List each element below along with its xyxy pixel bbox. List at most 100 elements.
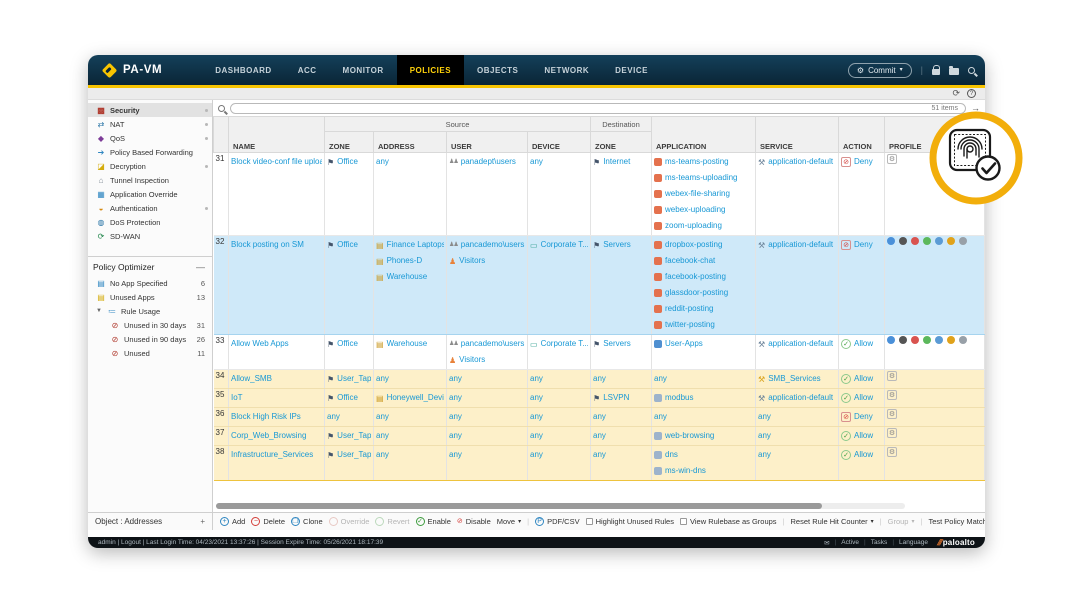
rule-name-link[interactable]: IoT [231, 390, 243, 406]
zone-value[interactable]: Office [337, 336, 358, 352]
col-application-header[interactable]: APPLICATION [652, 117, 756, 153]
vulnerability-profile-icon[interactable] [911, 237, 919, 245]
app-value[interactable]: facebook-posting [665, 269, 726, 285]
action-value[interactable]: Allow [854, 336, 873, 352]
anti-spyware-profile-icon[interactable] [899, 237, 907, 245]
app-value[interactable]: dropbox-posting [665, 237, 722, 253]
file-blocking-profile-icon[interactable] [935, 336, 943, 344]
table-row[interactable]: 34Allow_SMB⚑User_Tapanyanyanyanyany⚒SMB_… [214, 370, 985, 389]
zone-value[interactable]: User_Tap [337, 371, 371, 387]
address-value[interactable]: Finance Laptops [387, 237, 444, 253]
status-item-active[interactable]: Active [841, 539, 859, 546]
device-value[interactable]: Corporate T... [541, 237, 588, 253]
tab-dashboard[interactable]: DASHBOARD [202, 55, 285, 85]
profile-icon[interactable]: ⚙ [887, 409, 897, 419]
user-value[interactable]: pancademo\users [461, 336, 525, 352]
antivirus-profile-icon[interactable] [887, 237, 895, 245]
action-value[interactable]: Allow [854, 428, 873, 444]
zone-value[interactable]: Office [337, 237, 358, 253]
action-value[interactable]: Allow [854, 371, 873, 387]
config-folder-icon[interactable] [949, 68, 959, 75]
address-value[interactable]: any [376, 371, 389, 387]
search-icon[interactable] [968, 67, 975, 74]
app-value[interactable]: twitter-posting [665, 317, 715, 333]
address-value[interactable]: Phones-D [387, 253, 423, 269]
app-value[interactable]: any [654, 409, 667, 425]
app-value[interactable]: zoom-uploading [665, 218, 722, 234]
zone-value[interactable]: any [327, 409, 340, 425]
chevron-down-icon[interactable]: ▼ [96, 308, 102, 314]
rule-name-link[interactable]: Allow_SMB [231, 371, 272, 387]
dzone-value[interactable]: any [593, 428, 606, 444]
app-value[interactable]: ms-win-dns [665, 463, 706, 479]
rule-name-link[interactable]: Infrastructure_Services [231, 447, 313, 463]
service-value[interactable]: application-default [768, 390, 833, 406]
user-value[interactable]: Visitors [459, 352, 485, 368]
file-blocking-profile-icon[interactable] [935, 237, 943, 245]
user-value[interactable]: any [449, 447, 462, 463]
table-row[interactable]: 38Infrastructure_Services⚑User_Tapanyany… [214, 446, 985, 481]
dzone-value[interactable]: Internet [603, 154, 630, 170]
col-address-header[interactable]: ADDRESS [374, 132, 447, 153]
table-row[interactable]: 32Block posting on SM⚑Office▤Finance Lap… [214, 236, 985, 335]
table-row[interactable]: 31Block video-conf file uploading⚑Office… [214, 153, 985, 236]
sidebar-item-nat[interactable]: ⇄NAT [88, 117, 212, 131]
zone-value[interactable]: User_Tap [337, 447, 371, 463]
sidebar-item-security[interactable]: ▩Security [88, 103, 212, 117]
sidebar-item-policy-based-forwarding[interactable]: ➔Policy Based Forwarding [88, 145, 212, 159]
app-value[interactable]: dns [665, 447, 678, 463]
table-row[interactable]: 37Corp_Web_Browsing⚑User_Tapanyanyanyany… [214, 427, 985, 446]
app-value[interactable]: glassdoor-posting [665, 285, 728, 301]
user-value[interactable]: any [449, 371, 462, 387]
rule-number[interactable]: 31 [214, 153, 229, 236]
table-row[interactable]: 35IoT⚑Office▤Honeywell_Devi...anyany⚑LSV… [214, 389, 985, 408]
rule-name-link[interactable]: Allow Web Apps [231, 336, 289, 352]
app-value[interactable]: User-Apps [665, 336, 703, 352]
rule-number[interactable]: 33 [214, 335, 229, 370]
user-value[interactable]: any [449, 390, 462, 406]
highlight-unused-rules-button[interactable]: Highlight Unused Rules [586, 517, 674, 526]
help-icon[interactable]: ? [967, 89, 976, 98]
rule-number[interactable]: 37 [214, 427, 229, 446]
service-value[interactable]: SMB_Services [768, 371, 820, 387]
profile-icon[interactable]: ⚙ [887, 154, 897, 164]
table-row[interactable]: 33Allow Web Apps⚑Office▤Warehouse♟♟panca… [214, 335, 985, 370]
object-addresses-bar[interactable]: Object : Addresses + [88, 513, 213, 530]
address-value[interactable]: any [376, 154, 389, 170]
rule-name-link[interactable]: Block High Risk IPs [231, 409, 301, 425]
device-value[interactable]: any [530, 371, 543, 387]
checkbox-unchecked[interactable] [586, 518, 593, 525]
sidebar-item-application-override[interactable]: ▦Application Override [88, 187, 212, 201]
reset-rule-hit-counter-button[interactable]: Reset Rule Hit Counter▾ [791, 517, 874, 526]
address-value[interactable]: Honeywell_Devi... [387, 390, 444, 406]
tab-monitor[interactable]: MONITOR [330, 55, 397, 85]
profile-icon[interactable]: ⚙ [887, 428, 897, 438]
sidebar-item-decryption[interactable]: ◪Decryption [88, 159, 212, 173]
address-value[interactable]: any [376, 447, 389, 463]
sidebar-item-sd-wan[interactable]: ⟳SD-WAN [88, 229, 212, 243]
add-object-icon[interactable]: + [200, 517, 205, 526]
col-device-header[interactable]: DEVICE [528, 132, 591, 153]
add-button[interactable]: +Add [220, 517, 245, 526]
optimizer-item-unused-apps[interactable]: ▤Unused Apps13 [88, 290, 212, 304]
rule-number[interactable]: 32 [214, 236, 229, 335]
data-filtering-profile-icon[interactable] [947, 237, 955, 245]
col-name-header[interactable]: NAME [229, 117, 325, 153]
user-value[interactable]: pancademo\users [461, 237, 525, 253]
wildfire-profile-icon[interactable] [959, 237, 967, 245]
address-value[interactable]: Warehouse [387, 269, 428, 285]
clone-button[interactable]: ❐Clone [291, 517, 323, 526]
anti-spyware-profile-icon[interactable] [899, 336, 907, 344]
device-value[interactable]: any [530, 409, 543, 425]
vulnerability-profile-icon[interactable] [911, 336, 919, 344]
mail-icon[interactable]: ✉ [824, 539, 829, 547]
profile-icon[interactable]: ⚙ [887, 447, 897, 457]
delete-button[interactable]: −Delete [251, 517, 285, 526]
checkbox-unchecked[interactable] [680, 518, 687, 525]
sidebar-item-authentication[interactable]: ◒Authentication [88, 201, 212, 215]
sidebar-item-dos-protection[interactable]: ◍DoS Protection [88, 215, 212, 229]
zone-value[interactable]: User_Tap [337, 428, 371, 444]
address-value[interactable]: any [376, 428, 389, 444]
rule-name-link[interactable]: Corp_Web_Browsing [231, 428, 306, 444]
col-source-zone-header[interactable]: ZONE [325, 132, 374, 153]
